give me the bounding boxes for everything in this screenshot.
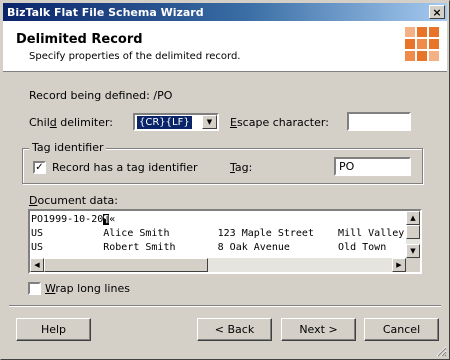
next-button[interactable]: Next > xyxy=(281,318,356,341)
scroll-down-button[interactable]: ▼ xyxy=(406,244,420,258)
child-delimiter-label: Child delimiter: xyxy=(29,116,113,129)
child-delimiter-access-key: d xyxy=(49,116,57,129)
wrap-long-lines-checkbox[interactable] xyxy=(28,282,41,295)
tag-identifier-group-label: Tag identifier xyxy=(29,141,107,154)
chevron-down-icon: ▼ xyxy=(206,118,213,126)
scrollbar-corner xyxy=(406,258,420,272)
back-button[interactable]: < Back xyxy=(197,318,272,341)
window-title: BizTalk Flat File Schema Wizard xyxy=(7,5,204,19)
horizontal-scrollbar[interactable]: ◀ ▶ xyxy=(30,258,406,272)
arrow-left-icon: ◀ xyxy=(34,260,40,269)
document-line: US Robert Smith 8 Oak Avenue Old Town xyxy=(31,242,387,253)
title-bar[interactable]: BizTalk Flat File Schema Wizard × xyxy=(3,3,447,21)
scroll-up-button[interactable]: ▲ xyxy=(406,211,420,225)
vertical-scrollbar[interactable]: ▲ ▼ xyxy=(406,211,420,258)
horizontal-scroll-thumb[interactable] xyxy=(44,258,208,272)
tag-access-key: T xyxy=(230,161,235,174)
wrap-long-lines-label[interactable]: Wrap long lines xyxy=(45,282,130,295)
help-button[interactable]: Help xyxy=(16,318,91,341)
wizard-header: Delimited Record Specify properties of t… xyxy=(3,21,447,72)
child-delimiter-dropdown-button[interactable]: ▼ xyxy=(202,115,217,129)
tag-identifier-checkbox[interactable]: ✓ xyxy=(33,161,46,174)
tag-label: Tag: xyxy=(230,161,253,174)
document-data-label: Document data: xyxy=(29,194,118,207)
arrow-up-icon: ▲ xyxy=(410,213,416,222)
escape-character-access-key: E xyxy=(230,116,237,129)
document-data-text[interactable]: PO1999-10-20¶« US Alice Smith 123 Maple … xyxy=(31,213,407,259)
vertical-scroll-thumb[interactable] xyxy=(406,225,420,239)
record-defined-label: Record being defined: /PO xyxy=(29,89,173,102)
child-delimiter-value: {CR}{LF} xyxy=(137,116,192,129)
resize-grip-icon[interactable] xyxy=(436,346,447,357)
scroll-left-button[interactable]: ◀ xyxy=(30,258,44,272)
footer-separator xyxy=(9,305,441,307)
page-subtitle: Specify properties of the delimited reco… xyxy=(29,51,241,62)
close-button[interactable]: × xyxy=(429,5,445,19)
arrow-right-icon: ▶ xyxy=(396,260,402,269)
escape-character-label: Escape character: xyxy=(230,116,329,129)
wrap-long-lines-access-key: W xyxy=(45,282,56,295)
cancel-button[interactable]: Cancel xyxy=(364,318,439,341)
scroll-right-button[interactable]: ▶ xyxy=(392,258,406,272)
tag-identifier-checkbox-label[interactable]: Record has a tag identifier xyxy=(52,161,198,174)
checkmark-icon: ✓ xyxy=(35,161,44,173)
escape-character-input[interactable] xyxy=(347,112,411,131)
arrow-down-icon: ▼ xyxy=(410,246,416,255)
close-icon: × xyxy=(432,5,442,19)
page-title: Delimited Record xyxy=(16,32,143,47)
child-delimiter-select[interactable]: {CR}{LF} ▼ xyxy=(133,113,219,131)
biztalk-logo-icon xyxy=(405,27,439,61)
tag-input[interactable]: PO xyxy=(334,157,411,176)
document-line-text: PO1999-10-20 xyxy=(31,214,104,225)
line-end-marker: « xyxy=(109,214,116,225)
wizard-window: BizTalk Flat File Schema Wizard × Delimi… xyxy=(0,0,450,360)
document-line: PO1999-10-20¶« xyxy=(31,213,407,227)
document-data-viewer[interactable]: PO1999-10-20¶« US Alice Smith 123 Maple … xyxy=(28,209,422,274)
document-line: US Alice Smith 123 Maple Street Mill Val… xyxy=(31,228,405,239)
document-data-access-key: D xyxy=(29,194,38,207)
